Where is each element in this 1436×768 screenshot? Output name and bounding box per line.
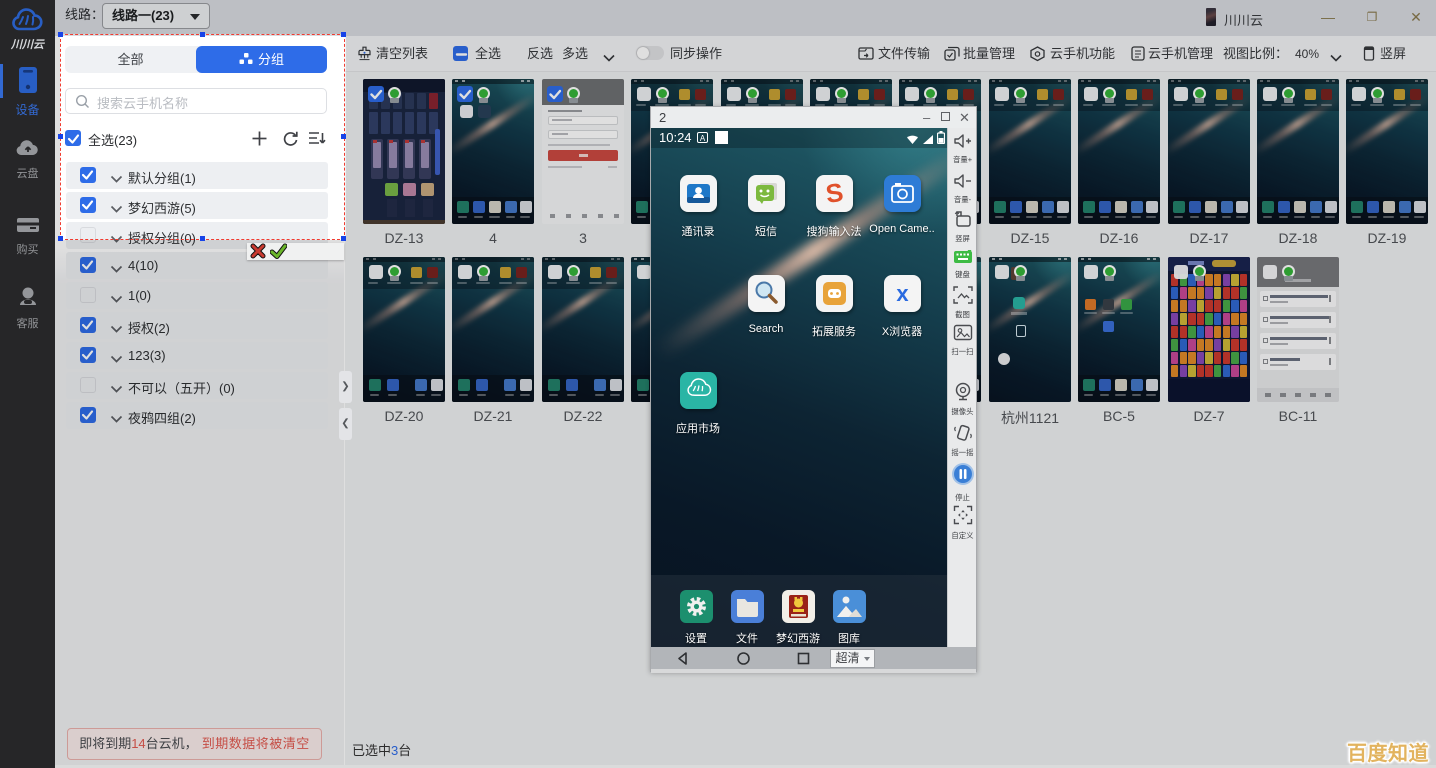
svg-text:S: S <box>823 177 844 209</box>
svg-text:x: x <box>896 281 909 306</box>
